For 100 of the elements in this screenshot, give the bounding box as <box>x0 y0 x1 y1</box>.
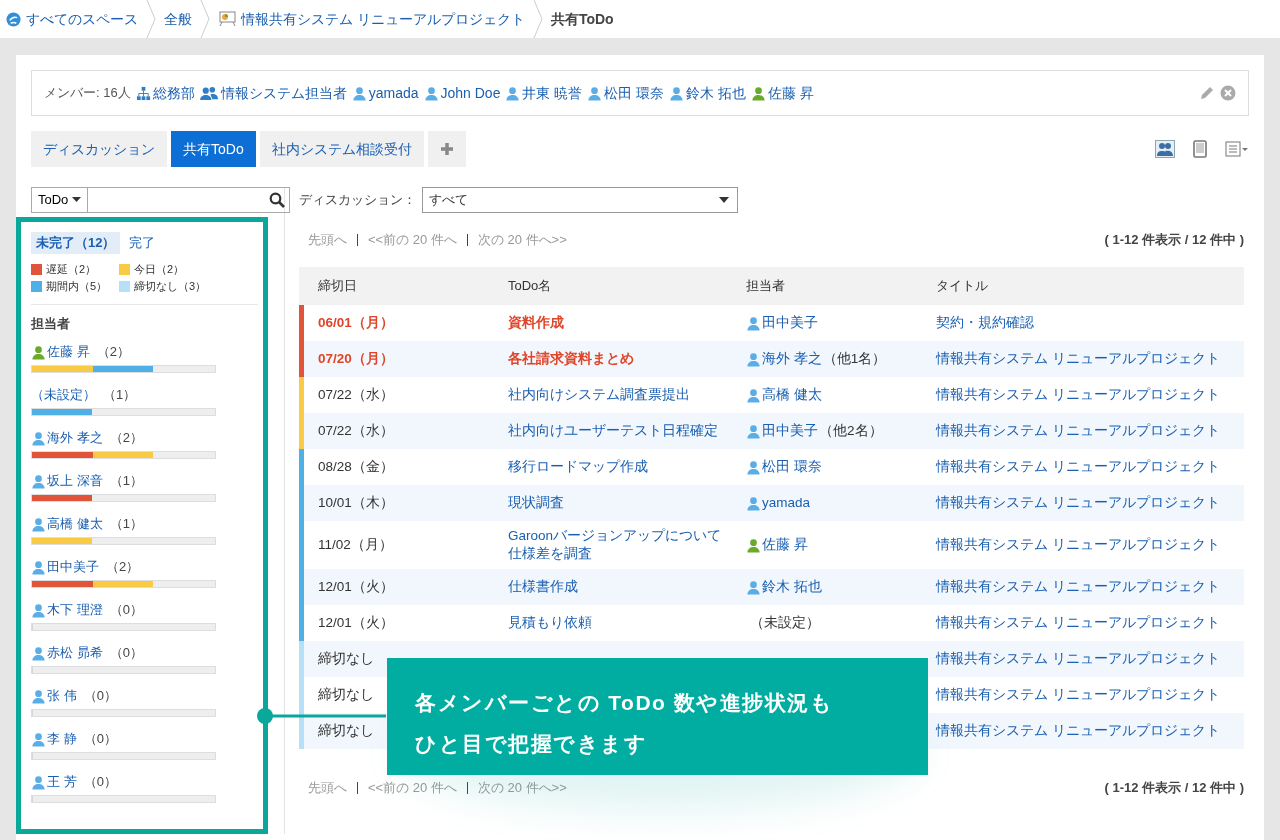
title-link[interactable]: 情報共有システム リニューアルプロジェクト <box>936 579 1220 594</box>
member-link[interactable]: John Doe <box>440 84 501 102</box>
search-icon[interactable] <box>269 192 286 208</box>
due-date-cell: 07/22（水） <box>318 422 394 440</box>
caret-icon <box>719 197 729 203</box>
assignee-link[interactable]: 佐藤 昇 <box>762 536 808 554</box>
member-link[interactable]: 総務部 <box>152 84 195 102</box>
title-link[interactable]: 情報共有システム リニューアルプロジェクト <box>936 687 1220 702</box>
assignee-link[interactable]: 高橋 健太 <box>762 386 822 404</box>
close-icon[interactable] <box>1220 85 1236 101</box>
assignee-link[interactable]: 王 芳 <box>47 773 77 791</box>
member-link[interactable]: yamada <box>368 84 419 102</box>
people-icon[interactable] <box>1155 140 1175 158</box>
todo-link[interactable]: 現状調査 <box>508 494 746 512</box>
filter-tab[interactable]: 未完了（12） <box>31 232 121 254</box>
title-link[interactable]: 情報共有システム リニューアルプロジェクト <box>936 423 1220 438</box>
todo-link[interactable]: Garoonバージョンアップについて仕様差を調査 <box>508 527 746 563</box>
callout-text: 各メンバーごとの ToDo 数や進捗状況も <box>415 690 835 716</box>
assignee-count: （0） <box>83 773 117 791</box>
title-link[interactable]: 情報共有システム リニューアルプロジェクト <box>936 651 1220 666</box>
category-dropdown[interactable]: ToDo <box>31 187 89 213</box>
legend-label: 期間内（5） <box>46 279 108 294</box>
chevron-separator <box>200 0 210 38</box>
due-date-cell: 12/01（火） <box>318 578 394 596</box>
assignee-link[interactable]: 海外 孝之 <box>762 350 822 368</box>
todo-link[interactable]: 移行ロードマップ作成 <box>508 458 746 476</box>
discussion-filter-label: ディスカッション： <box>299 191 416 209</box>
assignee-link[interactable]: 海外 孝之 <box>47 429 103 447</box>
breadcrumb-current: 共有ToDo <box>550 10 614 28</box>
title-link[interactable]: 情報共有システム リニューアルプロジェクト <box>936 459 1220 474</box>
column-header: ToDo名 <box>508 277 553 295</box>
tablet-icon[interactable] <box>1193 140 1207 158</box>
todo-link[interactable]: 仕様書作成 <box>508 578 746 596</box>
assignee-count: （0） <box>109 644 143 662</box>
todo-link[interactable]: 社内向けユーザーテスト日程確定 <box>508 422 746 440</box>
filter-tab[interactable]: 完了 <box>124 232 161 254</box>
discussion-select[interactable]: すべて <box>422 187 738 213</box>
assignee-link[interactable]: 田中美子 <box>762 422 818 440</box>
others-count: （他1名） <box>822 350 887 368</box>
assignee-link[interactable]: 佐藤 昇 <box>47 343 90 361</box>
breadcrumb-link[interactable]: すべてのスペース <box>26 10 138 28</box>
pager-summary: ( 1-12 件表示 / 12 件中 ) <box>1104 231 1244 249</box>
member-link[interactable]: 松田 環奈 <box>604 84 665 102</box>
chevron-separator <box>146 0 156 38</box>
due-date-cell: 06/01（月） <box>318 314 394 332</box>
title-link[interactable]: 情報共有システム リニューアルプロジェクト <box>936 537 1220 552</box>
assignee-link[interactable]: 张 伟 <box>47 687 77 705</box>
assignee-link[interactable]: 李 静 <box>47 730 77 748</box>
caret-icon <box>72 197 82 203</box>
assignee-link[interactable]: yamada <box>762 494 811 512</box>
assignee-link[interactable]: 木下 理澄 <box>47 601 103 619</box>
assignee-link[interactable]: 赤松 昴希 <box>47 644 103 662</box>
search-field[interactable] <box>88 187 291 213</box>
due-date-cell: 12/01（火） <box>318 614 394 632</box>
title-link[interactable]: 情報共有システム リニューアルプロジェクト <box>936 615 1220 630</box>
todo-link[interactable]: 資料作成 <box>508 314 746 332</box>
title-link[interactable]: 情報共有システム リニューアルプロジェクト <box>936 351 1220 366</box>
add-tab-button[interactable] <box>427 131 466 167</box>
column-header: 担当者 <box>746 277 786 295</box>
due-date-cell: 締切なし <box>318 650 374 668</box>
member-link[interactable]: 鈴木 拓也 <box>686 84 747 102</box>
due-date-cell: 11/02（月） <box>318 536 393 554</box>
member-link[interactable]: 井東 暁誉 <box>522 84 583 102</box>
title-link[interactable]: 情報共有システム リニューアルプロジェクト <box>936 387 1220 402</box>
breadcrumb-link[interactable]: 情報共有システム リニューアルプロジェクト <box>241 10 525 28</box>
todo-link[interactable]: 各社請求資料まとめ <box>508 350 746 368</box>
tab[interactable]: 社内システム相談受付 <box>259 131 424 167</box>
assignee-link[interactable]: 高橋 健太 <box>47 515 103 533</box>
title-link[interactable]: 情報共有システム リニューアルプロジェクト <box>936 495 1220 510</box>
assignee-count: （2） <box>106 558 140 576</box>
assignee-count: （1） <box>109 472 143 490</box>
assignee-link[interactable]: 田中美子 <box>47 558 99 576</box>
due-date-cell: 08/28（金） <box>318 458 394 476</box>
org-chart-icon <box>135 85 151 101</box>
assignee-count: （2） <box>109 429 143 447</box>
pencil-icon[interactable] <box>1199 85 1215 101</box>
plus-icon <box>439 142 454 156</box>
whiteboard-icon <box>218 11 236 27</box>
tab[interactable]: ディスカッション <box>31 131 167 167</box>
assignee-link[interactable]: 松田 環奈 <box>762 458 822 476</box>
due-date-cell: 07/22（水） <box>318 386 394 404</box>
title-link[interactable]: 情報共有システム リニューアルプロジェクト <box>936 723 1220 738</box>
column-header: タイトル <box>936 277 989 295</box>
title-link[interactable]: 契約・規約確認 <box>936 315 1034 330</box>
due-date-cell: 07/20（月） <box>318 350 394 368</box>
callout-text: ひと目で把握できます <box>415 731 648 757</box>
todo-link[interactable]: 見積もり依頼 <box>508 614 746 632</box>
tab[interactable]: 共有ToDo <box>171 131 256 167</box>
member-link[interactable]: 佐藤 昇 <box>768 84 814 102</box>
assignee-link[interactable]: 坂上 深音 <box>47 472 103 490</box>
assignee-link[interactable]: （未設定） <box>31 386 96 404</box>
member-link[interactable]: 情報システム担当者 <box>220 84 347 102</box>
chevron-separator <box>532 0 543 38</box>
assignee-link[interactable]: 鈴木 拓也 <box>762 578 822 596</box>
due-date-cell: 10/01（木） <box>318 494 394 512</box>
todo-link[interactable]: 社内向けシステム調査票提出 <box>508 386 746 404</box>
list-menu-icon[interactable] <box>1225 141 1249 157</box>
breadcrumb-link[interactable]: 全般 <box>164 10 192 28</box>
assignee-heading: 担当者 <box>31 315 71 333</box>
assignee-link[interactable]: 田中美子 <box>762 314 818 332</box>
